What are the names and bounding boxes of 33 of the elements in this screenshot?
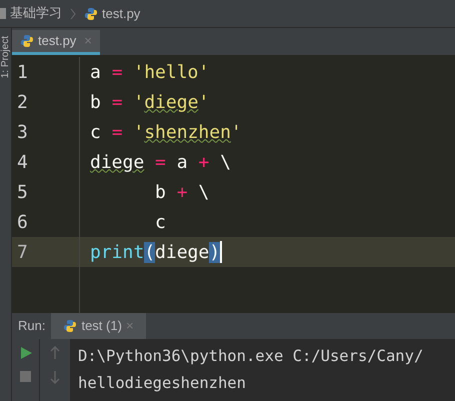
- run-tab[interactable]: test (1) ×: [51, 313, 146, 339]
- run-panel-label: Run:: [17, 317, 46, 336]
- code-text: a = 'hello': [90, 60, 210, 84]
- editor-tab[interactable]: test.py ×: [12, 30, 100, 55]
- console-output-line: D:\Python36\python.exe C:/Users/Cany/: [78, 346, 424, 367]
- line-number: 2: [16, 90, 29, 114]
- run-icon[interactable]: [20, 347, 32, 359]
- breadcrumb-file[interactable]: test.py: [102, 4, 140, 24]
- line-number: 6: [16, 210, 29, 234]
- code-text: print(diege): [90, 240, 220, 264]
- line-number: 4: [16, 150, 29, 174]
- code-text: diege = a + \: [90, 150, 231, 174]
- code-text: b = 'diege': [90, 90, 210, 114]
- python-file-icon: [84, 6, 98, 20]
- down-arrow-icon[interactable]: [50, 370, 60, 384]
- code-text: c = 'shenzhen': [90, 120, 242, 144]
- line-number: 3: [16, 120, 29, 144]
- code-text: c: [154, 210, 166, 234]
- stop-icon[interactable]: [20, 371, 31, 382]
- python-file-icon: [20, 34, 34, 48]
- tab-label: test.py: [38, 32, 76, 50]
- folder-icon: [0, 8, 6, 19]
- up-arrow-icon[interactable]: [50, 346, 60, 360]
- tab-label: test (1): [81, 317, 122, 336]
- chevron-icon: [70, 8, 76, 20]
- python-icon: [63, 319, 78, 333]
- text-cursor: [220, 241, 222, 263]
- line-number: 7: [16, 240, 29, 264]
- console-output-line: hellodiegeshenzhen: [78, 373, 247, 394]
- code-text: b + \: [154, 180, 210, 204]
- breadcrumb-folder[interactable]: 基础学习: [10, 4, 62, 24]
- line-number: 1: [16, 60, 29, 84]
- line-number: 5: [16, 180, 29, 204]
